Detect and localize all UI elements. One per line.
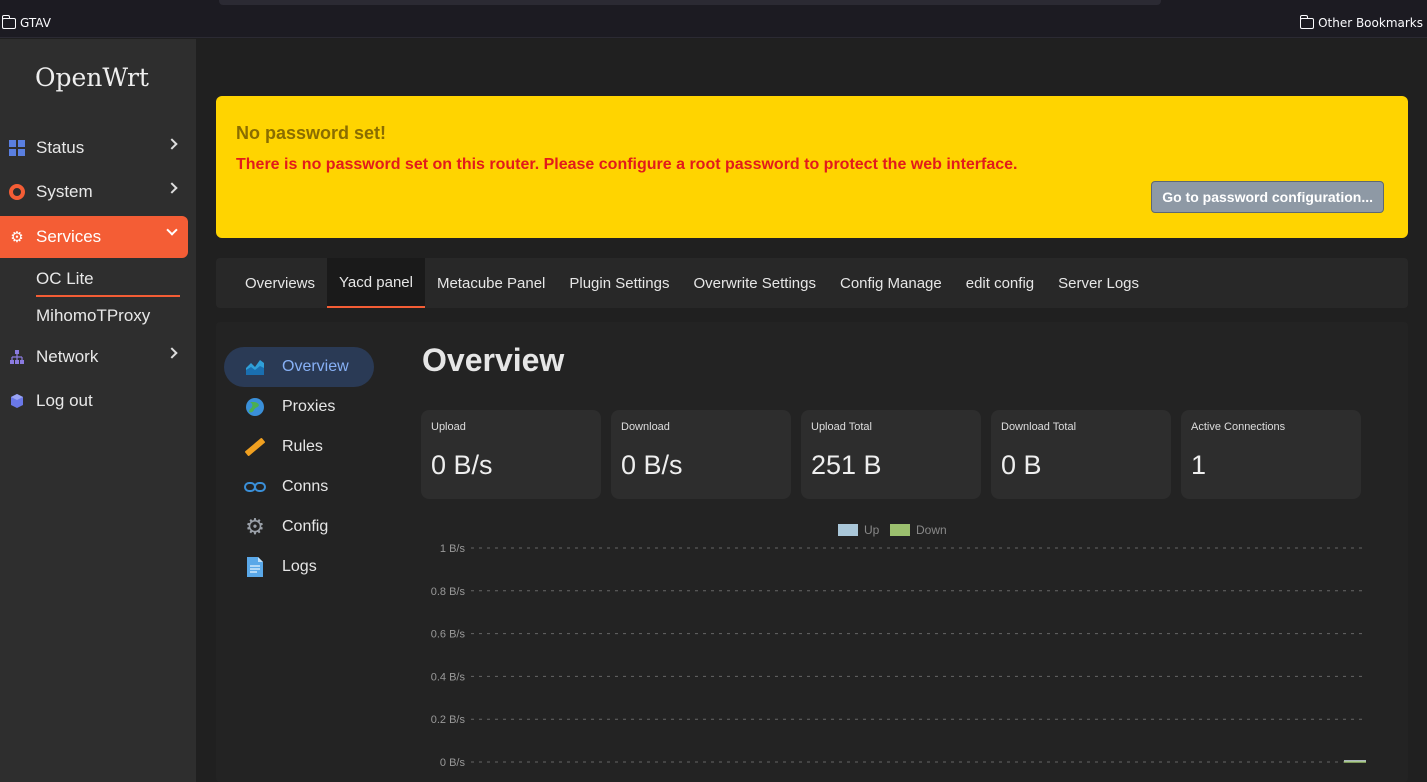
tab-overwrite-settings[interactable]: Overwrite Settings (681, 258, 828, 308)
stat-card-upload: Upload 0 B/s (421, 410, 601, 499)
yacd-nav-label: Logs (282, 558, 317, 575)
cube-icon (8, 392, 26, 410)
y-tick-label: 0 B/s (440, 757, 466, 769)
bookmark-label: GTAV (20, 16, 51, 30)
tab-bar: Overviews Yacd panel Metacube Panel Plug… (216, 258, 1408, 308)
yacd-nav-rules[interactable]: Rules (224, 427, 374, 467)
tab-plugin-settings[interactable]: Plugin Settings (557, 258, 681, 308)
stat-card-download-total: Download Total 0 B (991, 410, 1171, 499)
stat-value: 1 (1191, 450, 1207, 480)
password-alert: No password set! There is no password se… (216, 96, 1408, 238)
gear-icon: ⚙ (245, 514, 265, 539)
stat-card-download: Download 0 B/s (611, 410, 791, 499)
sidebar-subitem-mihomotproxy[interactable]: MihomoTProxy (36, 306, 150, 326)
yacd-nav-label: Overview (282, 358, 349, 375)
stat-card-upload-total: Upload Total 251 B (801, 410, 981, 499)
legend-swatch-down (890, 524, 910, 536)
ruler-icon (244, 436, 266, 458)
legend-swatch-up (838, 524, 858, 536)
brand-logo[interactable]: OpenWrt (0, 63, 184, 92)
sidebar-item-label: Log out (36, 391, 93, 410)
stats-cards: Upload 0 B/s Download 0 B/s Upload Total… (421, 410, 1361, 499)
alert-title: No password set! (236, 123, 387, 143)
bookmark-gtav[interactable]: GTAV (2, 14, 51, 30)
yacd-panel: Overview Proxies Rules Conns ⚙ Config Lo… (216, 322, 1408, 782)
sidebar-item-label: Status (36, 138, 85, 157)
yacd-nav-logs[interactable]: Logs (224, 547, 374, 587)
tab-server-logs[interactable]: Server Logs (1046, 258, 1151, 308)
yacd-nav-config[interactable]: ⚙ Config (224, 507, 374, 547)
globe-icon (244, 396, 266, 418)
stat-label: Active Connections (1191, 421, 1286, 433)
sidebar: OpenWrt Status System ⚙ Services OC Lite… (0, 39, 196, 782)
tab-metacube-panel[interactable]: Metacube Panel (425, 258, 557, 308)
y-tick-label: 0.6 B/s (431, 629, 466, 641)
sidebar-subitem-oc-lite[interactable]: OC Lite (36, 269, 94, 289)
legend-label-up: Up (864, 523, 880, 537)
sidebar-item-label: Services (36, 227, 102, 246)
alert-message: There is no password set on this router.… (236, 156, 1018, 173)
sidebar-item-logout[interactable]: Log out (0, 380, 188, 422)
y-tick-label: 0.8 B/s (431, 586, 466, 598)
sidebar-item-status[interactable]: Status (0, 127, 188, 169)
stat-label: Download (621, 421, 670, 433)
tab-config-manage[interactable]: Config Manage (828, 258, 954, 308)
active-subitem-underline (36, 295, 180, 297)
chevron-right-icon (166, 347, 178, 359)
main-content: No password set! There is no password se… (196, 39, 1427, 782)
bookmark-other[interactable]: Other Bookmarks (1300, 14, 1423, 30)
link-icon (244, 476, 266, 498)
y-tick-label: 0.2 B/s (431, 714, 466, 726)
yacd-nav-proxies[interactable]: Proxies (224, 387, 374, 427)
stat-value: 251 B (811, 450, 882, 480)
sidebar-item-label: System (36, 182, 93, 201)
sidebar-item-services[interactable]: ⚙ Services (0, 216, 188, 258)
gear-icon (8, 183, 26, 201)
yacd-nav-label: Proxies (282, 398, 336, 415)
area-chart-icon (244, 356, 266, 378)
yacd-nav: Overview Proxies Rules Conns ⚙ Config Lo… (224, 347, 374, 587)
tab-yacd-panel[interactable]: Yacd panel (327, 258, 425, 308)
sidebar-item-label: Network (36, 347, 99, 366)
folder-icon (2, 14, 16, 29)
dashboard-icon (8, 139, 26, 157)
y-tick-label: 0.4 B/s (431, 671, 466, 683)
chevron-right-icon (166, 138, 178, 150)
page-title: Overview (422, 342, 565, 378)
y-tick-label: 1 B/s (440, 543, 466, 555)
yacd-nav-conns[interactable]: Conns (224, 467, 374, 507)
stat-label: Upload Total (811, 421, 872, 433)
stat-label: Upload (431, 421, 466, 433)
yacd-nav-label: Config (282, 518, 329, 535)
yacd-nav-label: Rules (282, 438, 323, 455)
stat-value: 0 B/s (621, 450, 683, 480)
stat-label: Download Total (1001, 421, 1077, 433)
document-icon (244, 556, 266, 578)
yacd-nav-overview[interactable]: Overview (224, 347, 374, 387)
tab-edit-config[interactable]: edit config (954, 258, 1046, 308)
traffic-chart: Up Down 1 B/s 0.8 B/s 0.6 B/s 0.4 B/s 0.2 B/s 0… (431, 523, 1366, 769)
stat-value: 0 B/s (431, 450, 493, 480)
chevron-down-icon (166, 224, 178, 236)
cogs-icon: ⚙ (10, 229, 24, 246)
stat-card-active-connections: Active Connections 1 (1181, 410, 1361, 499)
sitemap-icon (8, 348, 26, 366)
yacd-nav-label: Conns (282, 478, 329, 495)
stat-value: 0 B (1001, 450, 1042, 480)
sidebar-item-system[interactable]: System (0, 171, 188, 213)
bookmarks-bar: GTAV Other Bookmarks (0, 0, 1427, 38)
tab-overviews[interactable]: Overviews (233, 258, 327, 308)
url-bar[interactable] (219, 0, 1161, 5)
legend-label-down: Down (916, 523, 947, 537)
sidebar-item-network[interactable]: Network (0, 336, 188, 378)
chevron-right-icon (166, 182, 178, 194)
bookmark-label: Other Bookmarks (1318, 16, 1423, 30)
password-config-button[interactable]: Go to password configuration... (1151, 181, 1384, 213)
folder-icon (1300, 14, 1315, 29)
